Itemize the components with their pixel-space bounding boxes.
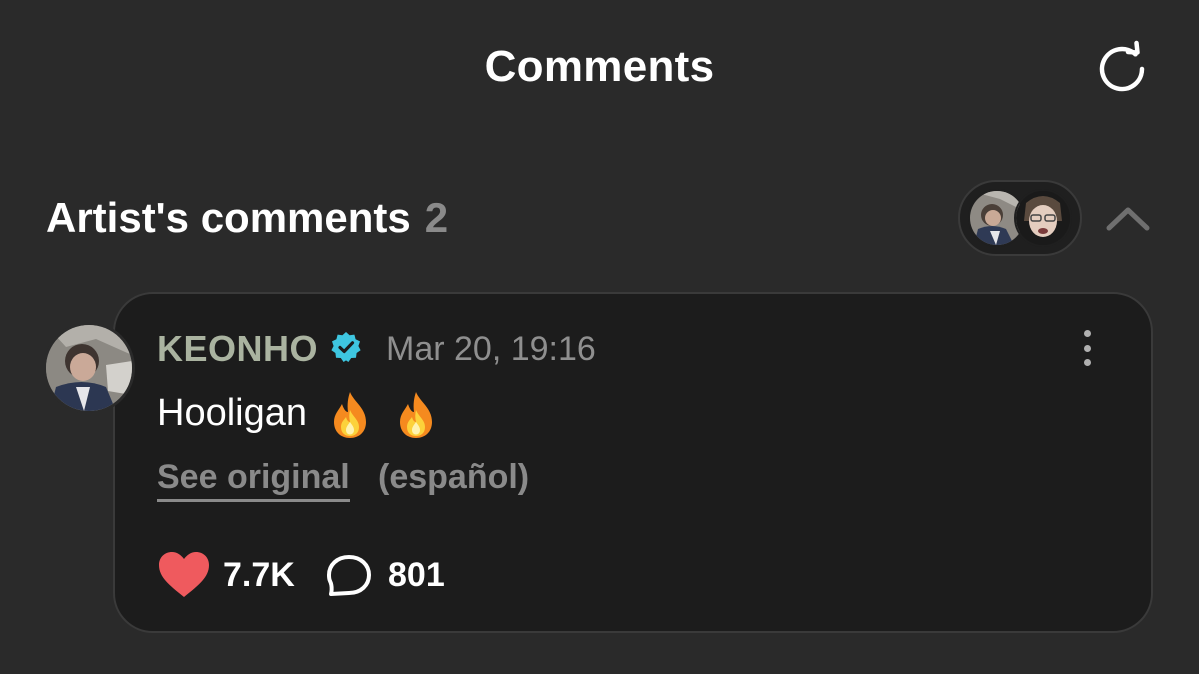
more-vertical-icon xyxy=(1083,330,1091,337)
page-title: Comments xyxy=(484,42,715,91)
comment-text: Hooligan xyxy=(157,390,440,440)
like-button[interactable] xyxy=(157,551,211,599)
more-options-button[interactable] xyxy=(1068,326,1106,370)
comment-body: Hooligan xyxy=(157,392,307,435)
artist-avatars[interactable] xyxy=(958,180,1082,256)
author-name[interactable]: KEONHO xyxy=(157,328,318,370)
original-language: (español) xyxy=(378,458,530,496)
fire-emoji-icon xyxy=(400,392,433,438)
avatar[interactable] xyxy=(43,322,135,414)
refresh-icon xyxy=(1099,40,1145,92)
comment-timestamp: Mar 20, 19:16 xyxy=(386,330,596,368)
fire-emoji-icon xyxy=(333,392,366,438)
like-count: 7.7K xyxy=(223,556,295,594)
reply-count: 801 xyxy=(388,556,445,594)
chevron-up-icon xyxy=(1106,207,1150,231)
refresh-button[interactable] xyxy=(1092,38,1154,100)
comments-screen: Comments Artist's comments 2 KEONHO Mar … xyxy=(0,0,1199,674)
verified-badge-icon xyxy=(331,332,361,362)
avatar xyxy=(1014,189,1072,247)
comment-count: 2 xyxy=(424,194,449,241)
comment-bubble-icon xyxy=(327,555,371,596)
heart-icon xyxy=(159,552,209,597)
see-original-link[interactable]: See original xyxy=(157,458,350,502)
section-title: Artist's comments 2 xyxy=(46,194,448,242)
reply-button[interactable] xyxy=(325,553,373,599)
collapse-button[interactable] xyxy=(1100,192,1156,244)
section-title-text: Artist's comments xyxy=(46,194,411,241)
